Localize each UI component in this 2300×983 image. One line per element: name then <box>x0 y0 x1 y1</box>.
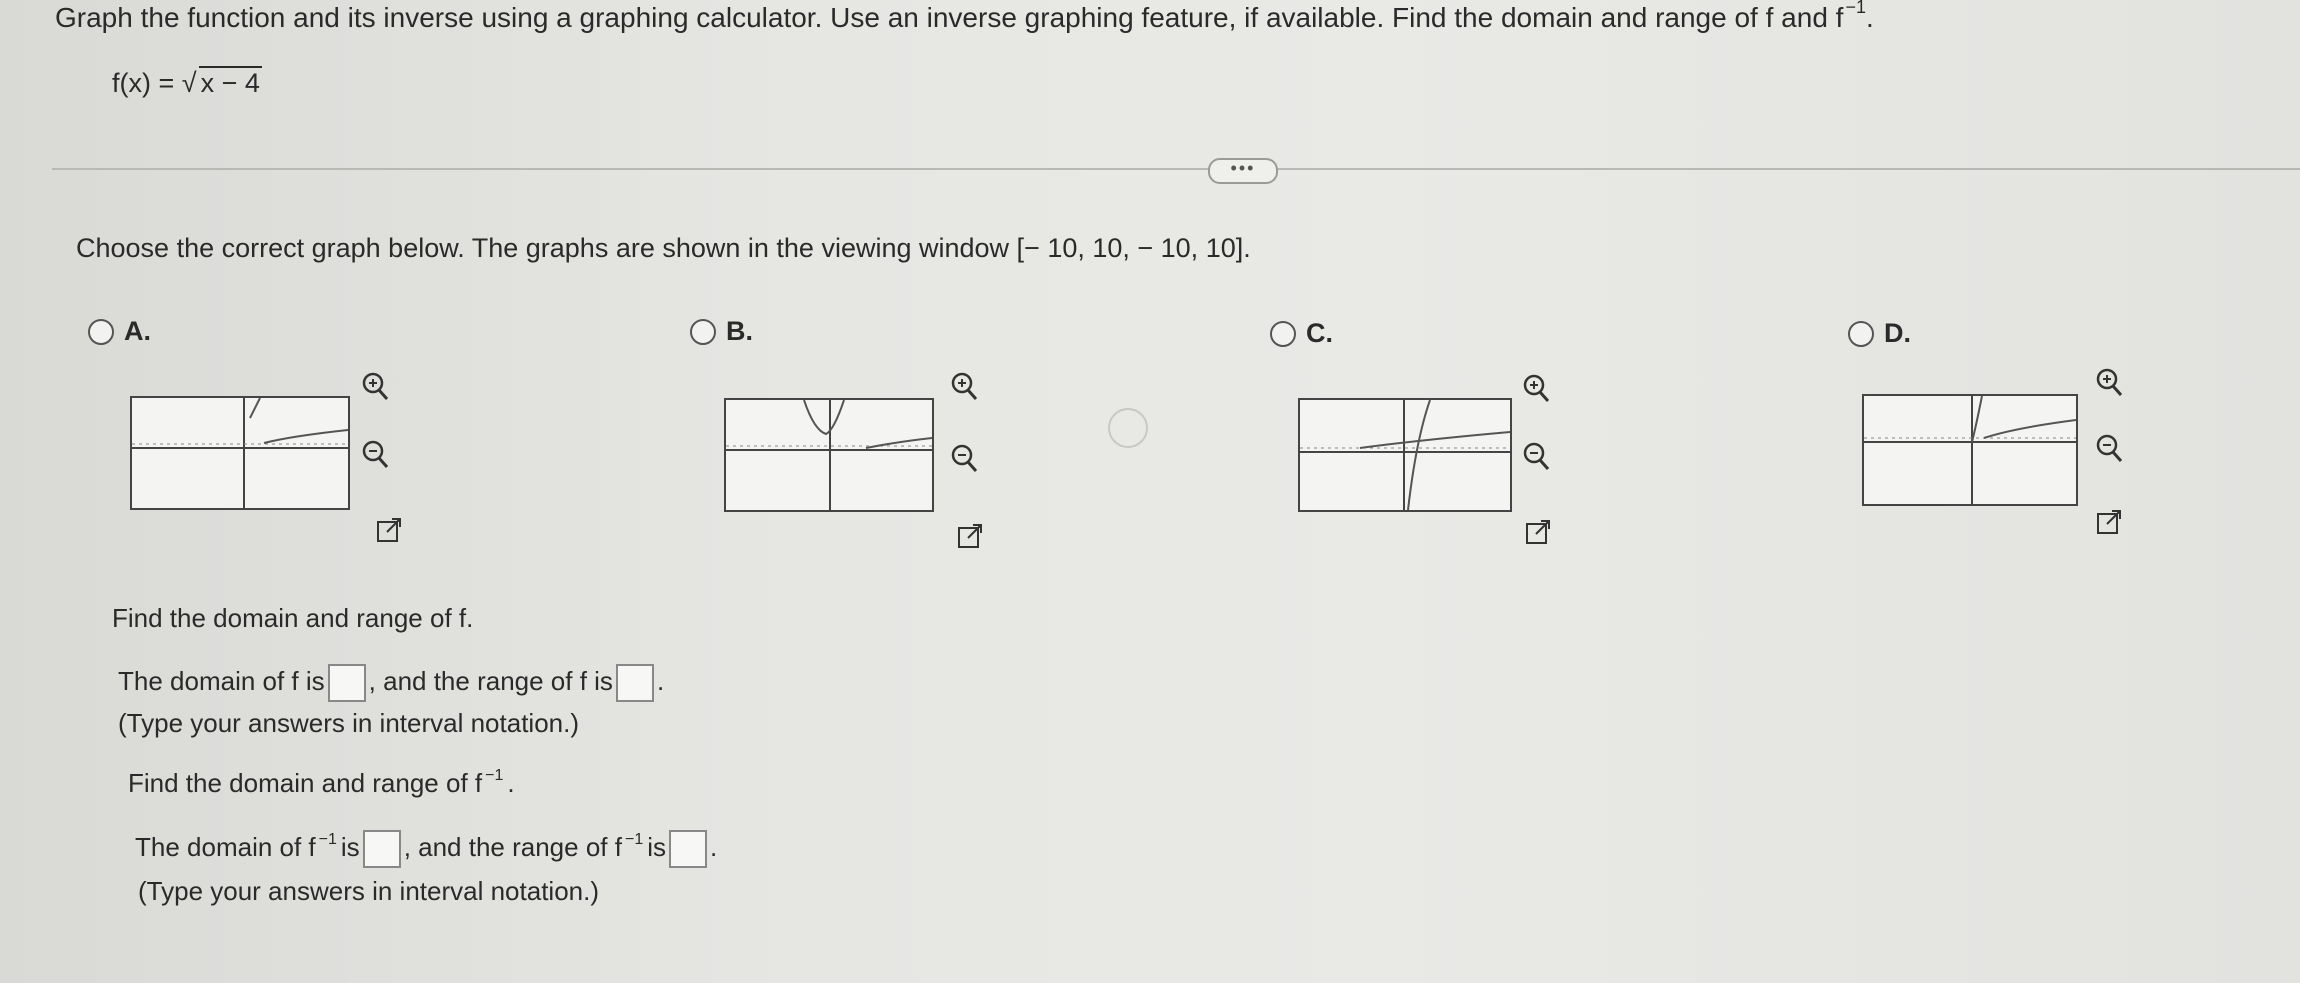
radio-d[interactable] <box>1848 320 1874 347</box>
option-d[interactable]: D. <box>1848 318 1911 349</box>
instruction-text: Choose the correct graph below. The grap… <box>76 233 1251 263</box>
range-finv-input[interactable] <box>669 830 707 868</box>
expand-icon[interactable] <box>950 516 990 556</box>
more-button[interactable]: ••• <box>1208 158 1278 184</box>
radicand: x − 4 <box>198 66 262 98</box>
answer-row-finv: The domain of f −1 is, and the range of f −… <box>135 830 717 868</box>
domain-f-input[interactable] <box>327 664 366 702</box>
option-a[interactable]: A. <box>88 316 151 347</box>
zoom-in-icon[interactable] <box>2089 362 2129 402</box>
graph-b <box>724 398 934 512</box>
question-title: Graph the function and its inverse using… <box>55 0 1874 33</box>
option-c[interactable]: C. <box>1270 318 1333 349</box>
loading-indicator <box>1108 408 1148 448</box>
expand-icon[interactable] <box>2089 502 2129 542</box>
zoom-in-icon[interactable] <box>355 366 395 406</box>
zoom-out-icon[interactable] <box>355 434 395 474</box>
zoom-in-icon[interactable] <box>1516 368 1556 408</box>
expand-icon[interactable] <box>369 510 409 550</box>
radio-b[interactable] <box>690 318 716 345</box>
range-f-input[interactable] <box>615 664 654 702</box>
radio-c[interactable] <box>1270 320 1296 347</box>
option-b[interactable]: B. <box>690 316 753 347</box>
prompt-f: Find the domain and range of f. <box>112 603 474 633</box>
expand-icon[interactable] <box>1518 512 1558 552</box>
graph-c <box>1298 398 1512 512</box>
hint-f: (Type your answers in interval notation.… <box>118 708 579 738</box>
function-definition: f(x) = √ x − 4 <box>112 66 262 98</box>
domain-finv-input[interactable] <box>362 830 401 868</box>
prompt-finv: Find the domain and range of f −1. <box>128 767 515 798</box>
graph-d <box>1862 394 2078 506</box>
zoom-out-icon[interactable] <box>944 438 984 478</box>
zoom-out-icon[interactable] <box>2089 428 2129 468</box>
radio-a[interactable] <box>88 318 114 345</box>
zoom-out-icon[interactable] <box>1516 436 1556 476</box>
zoom-in-icon[interactable] <box>944 366 984 406</box>
answer-row-f: The domain of f is, and the range of f i… <box>118 664 664 702</box>
section-divider <box>52 168 2300 170</box>
graph-a <box>130 396 350 510</box>
hint-finv: (Type your answers in interval notation.… <box>138 876 599 906</box>
